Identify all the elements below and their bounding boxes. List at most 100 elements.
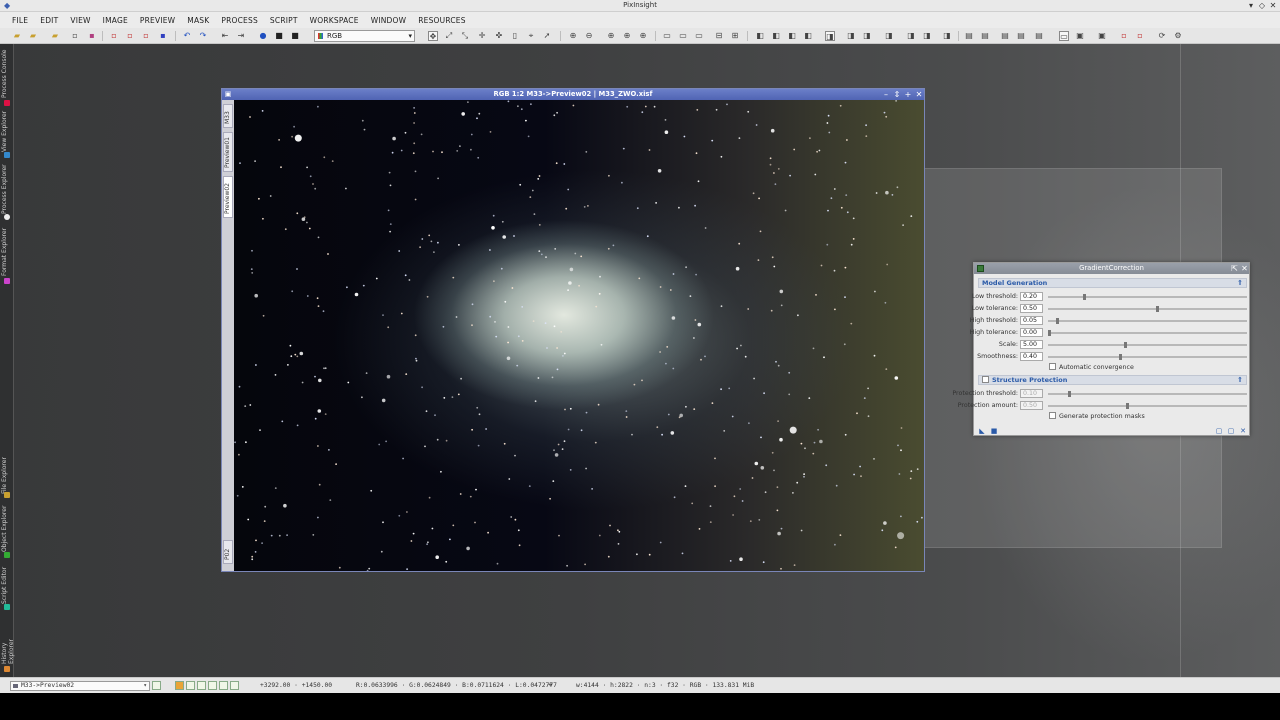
image-window[interactable]: RGB 1:2 M33->Preview02 | M33_ZWO.xisf ▣ … <box>221 88 925 572</box>
menu-image[interactable]: IMAGE <box>97 16 134 25</box>
zoom-1-1-icon[interactable]: ⊕ <box>606 31 616 41</box>
structure-protection-header[interactable]: Structure Protection ⇑ <box>978 375 1247 385</box>
protection-amount-slider[interactable] <box>1048 403 1247 409</box>
display-alpha-icon[interactable]: ◨ <box>922 31 932 41</box>
shade-image-icon[interactable]: ⇕ <box>892 89 902 100</box>
smoothness-slider[interactable] <box>1048 354 1247 360</box>
full-screen-icon[interactable]: ⊞ <box>730 31 740 41</box>
redo-all-icon[interactable]: ⇥ <box>236 31 246 41</box>
workspace-2-icon[interactable]: ▣ <box>1075 31 1085 41</box>
layout-all-icon[interactable]: ▤ <box>1034 31 1044 41</box>
image-canvas[interactable] <box>234 100 924 571</box>
center-icon[interactable]: ✜ <box>494 31 504 41</box>
slider-knob[interactable] <box>1155 306 1159 312</box>
fit-image-icon[interactable]: ▭ <box>678 31 688 41</box>
low-tolerance-input[interactable]: 0.50 <box>1020 304 1043 313</box>
maximize-image-icon[interactable]: + <box>903 89 913 100</box>
mask-enable-icon[interactable]: ◧ <box>771 31 781 41</box>
dock-tab-view-explorer[interactable]: View Explorer <box>1 110 13 152</box>
layout-bottom-icon[interactable]: ▤ <box>1016 31 1026 41</box>
workspace-4-icon[interactable]: ▫ <box>1119 31 1129 41</box>
checkbox-box[interactable] <box>1049 363 1056 370</box>
apply-global-icon[interactable]: ■ <box>990 427 998 435</box>
collapse-icon[interactable]: ⇑ <box>1237 376 1243 385</box>
dock-tab-process-console[interactable]: Process Console <box>1 48 13 99</box>
new-image-icon[interactable]: ▪ <box>158 31 168 41</box>
slider-knob[interactable] <box>1055 318 1059 324</box>
zoom-fit-icon[interactable]: ⤢ <box>444 31 454 41</box>
layout-top-icon[interactable]: ▤ <box>1000 31 1010 41</box>
redo-icon[interactable]: ↷ <box>198 31 208 41</box>
menu-workspace[interactable]: WORKSPACE <box>304 16 365 25</box>
high-threshold-slider[interactable] <box>1048 318 1247 324</box>
mode-edit-icon[interactable] <box>219 681 228 690</box>
workspace-3-icon[interactable]: ▣ <box>1097 31 1107 41</box>
fit-width-icon[interactable]: ▭ <box>694 31 704 41</box>
menu-view[interactable]: VIEW <box>64 16 96 25</box>
smoothness-input[interactable]: 0.40 <box>1020 352 1043 361</box>
mode-readout-icon[interactable] <box>175 681 184 690</box>
workspace-1-icon[interactable]: ▭ <box>1059 31 1069 41</box>
menu-process[interactable]: PROCESS <box>215 16 264 25</box>
menu-edit[interactable]: EDIT <box>34 16 64 25</box>
discard-icon[interactable]: ▫ <box>141 31 151 41</box>
structure-protection-checkbox[interactable] <box>982 376 989 383</box>
protection-threshold-slider[interactable] <box>1048 391 1247 397</box>
panel-close-icon[interactable]: ✕ <box>1240 263 1249 274</box>
new-instance-icon[interactable]: ◣ <box>978 427 986 435</box>
reset-icon[interactable]: ✕ <box>1239 427 1247 435</box>
low-threshold-slider[interactable] <box>1048 294 1247 300</box>
collapse-icon[interactable]: ⇑ <box>1237 279 1243 288</box>
menu-script[interactable]: SCRIPT <box>264 16 304 25</box>
fit-view-icon[interactable]: ▭ <box>662 31 672 41</box>
new-preview-icon[interactable]: ⌖ <box>526 31 536 41</box>
image-window-title[interactable]: RGB 1:2 M33->Preview02 | M33_ZWO.xisf <box>222 89 924 100</box>
zoom-in-icon[interactable]: ⊕ <box>568 31 578 41</box>
settings-icon[interactable]: ⚙ <box>1173 31 1183 41</box>
undo-all-icon[interactable]: ⇤ <box>220 31 230 41</box>
dock-tab-file-explorer[interactable]: File Explorer <box>1 452 13 494</box>
layout-left-icon[interactable]: ▤ <box>964 31 974 41</box>
model-generation-header[interactable]: Model Generation ⇑ <box>978 278 1247 288</box>
channel-select[interactable]: RGB ▾ <box>314 30 415 42</box>
mode-dynamic-icon[interactable] <box>230 681 239 690</box>
tab-main-view[interactable]: M33 <box>223 104 233 128</box>
display-red-icon[interactable]: ◨ <box>846 31 856 41</box>
close-image-icon[interactable]: ▫ <box>109 31 119 41</box>
menu-window[interactable]: WINDOW <box>365 16 413 25</box>
tab-preview02[interactable]: Preview02 <box>223 176 233 218</box>
checkbox-box[interactable] <box>1049 412 1056 419</box>
slider-knob[interactable] <box>1067 391 1071 397</box>
menu-resources[interactable]: RESOURCES <box>412 16 471 25</box>
display-blue-icon[interactable]: ◨ <box>884 31 894 41</box>
readout-icon[interactable]: ▯ <box>510 31 520 41</box>
layout-right-icon[interactable]: ▤ <box>980 31 990 41</box>
slider-knob[interactable] <box>1118 354 1122 360</box>
gradient-correction-title[interactable]: GradientCorrection <box>974 263 1249 274</box>
low-tolerance-slider[interactable] <box>1048 306 1247 312</box>
undo-icon[interactable]: ↶ <box>182 31 192 41</box>
workspace-5-icon[interactable]: ▫ <box>1135 31 1145 41</box>
protection-threshold-input[interactable]: 0.10 <box>1020 389 1043 398</box>
open-recent-icon[interactable]: ▰ <box>28 31 38 41</box>
tab-preview02-bottom[interactable]: P02 <box>223 540 233 564</box>
minimize-image-icon[interactable]: – <box>881 89 891 100</box>
display-chroma-icon[interactable]: ◨ <box>942 31 952 41</box>
mode-zoom-icon[interactable] <box>186 681 195 690</box>
automatic-convergence-checkbox[interactable]: Automatic convergence <box>1049 363 1134 373</box>
zoom-out-icon[interactable]: ⊖ <box>584 31 594 41</box>
view-options-icon[interactable] <box>152 681 161 690</box>
open-project-icon[interactable]: ▰ <box>50 31 60 41</box>
low-threshold-input[interactable]: 0.20 <box>1020 292 1043 301</box>
high-tolerance-input[interactable]: 0.00 <box>1020 328 1043 337</box>
tab-preview01[interactable]: Preview01 <box>223 132 233 172</box>
generate-protection-masks-checkbox[interactable]: Generate protection masks <box>1049 412 1145 422</box>
restore-window-icon[interactable]: ◇ <box>1257 1 1267 10</box>
apply-icon[interactable]: ▢ <box>1227 427 1235 435</box>
display-green-icon[interactable]: ◨ <box>862 31 872 41</box>
menu-file[interactable]: FILE <box>6 16 34 25</box>
stf-reset-icon[interactable]: ■ <box>290 31 300 41</box>
stf-auto-icon[interactable]: ■ <box>274 31 284 41</box>
slider-knob[interactable] <box>1083 294 1087 300</box>
close-all-icon[interactable]: ▫ <box>125 31 135 41</box>
